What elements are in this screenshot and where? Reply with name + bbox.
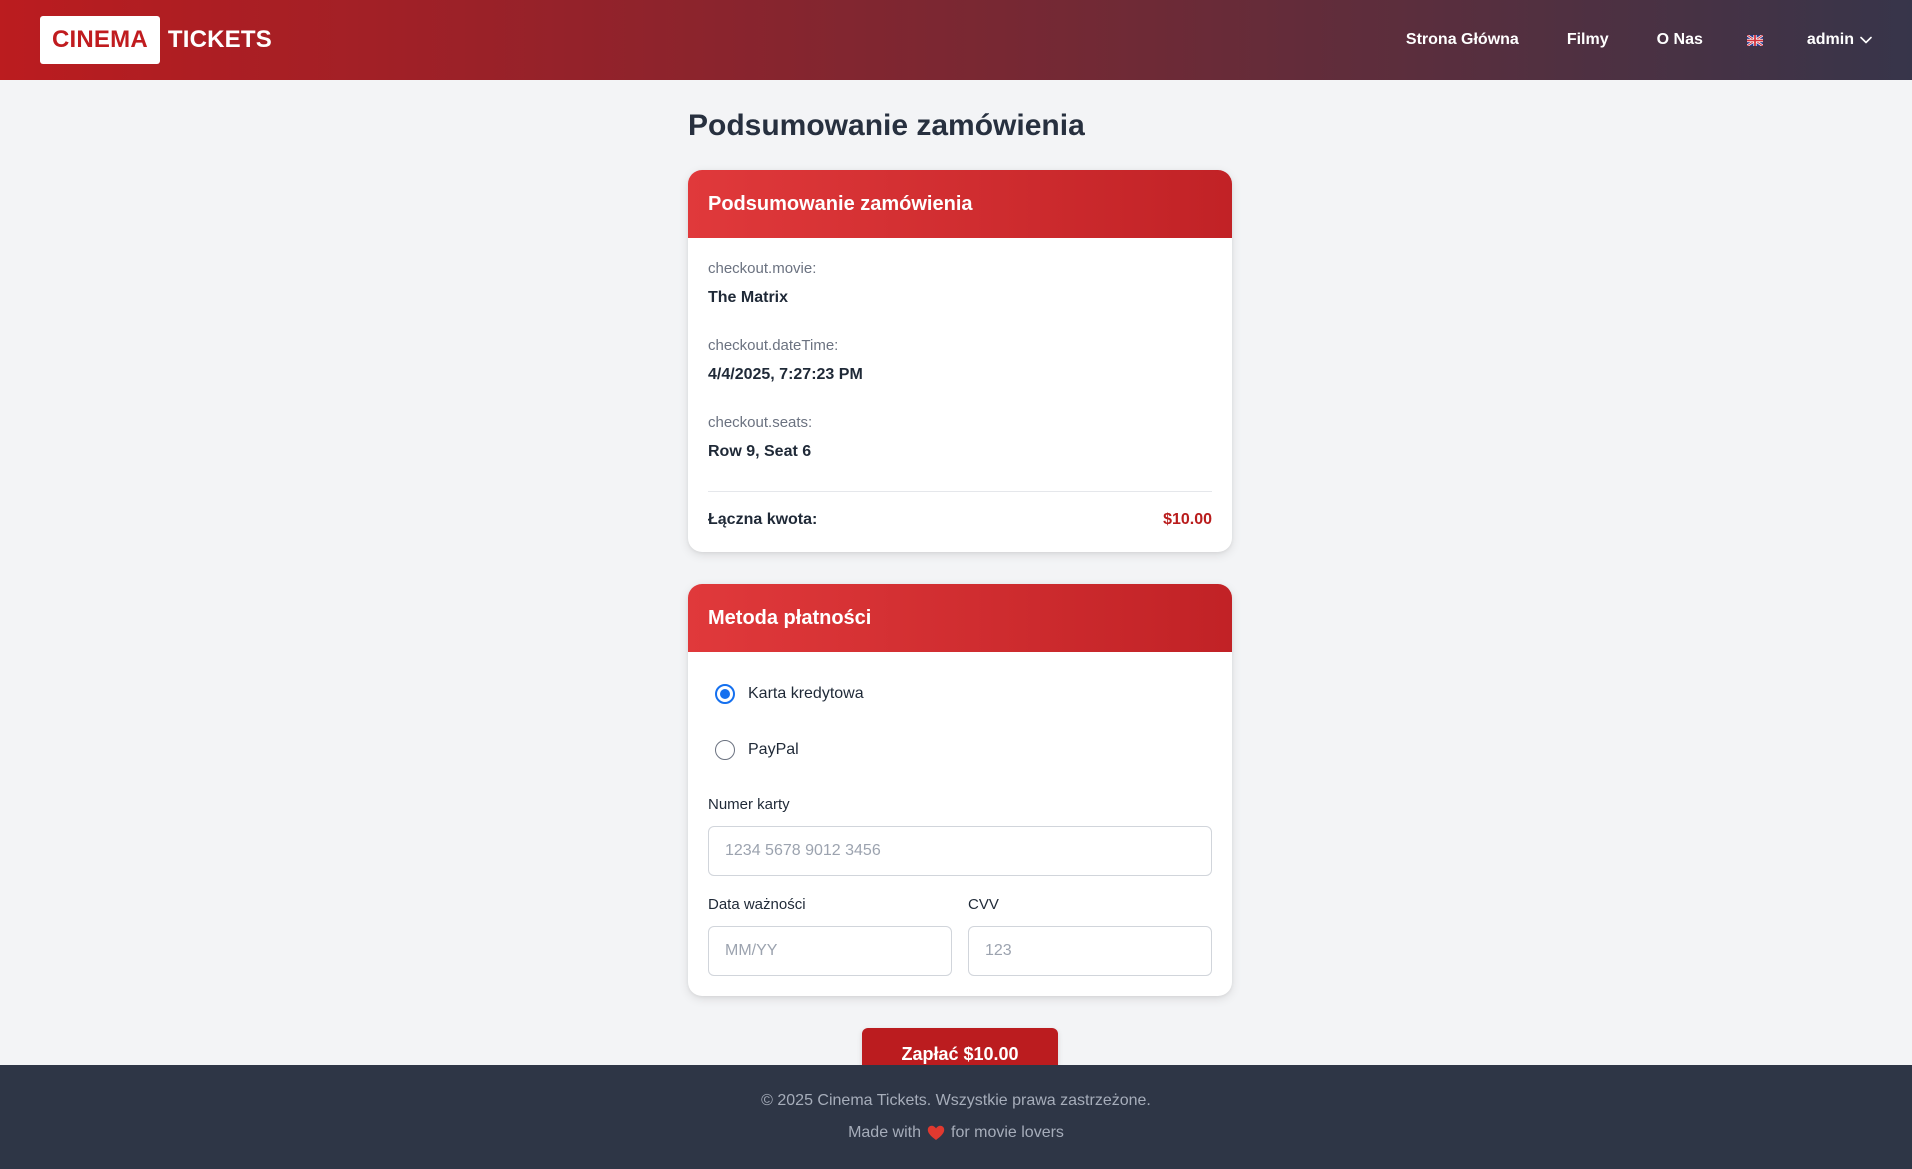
payment-method-header: Metoda płatności — [688, 584, 1232, 652]
brand-logo-text: TICKETS — [167, 26, 272, 53]
nav-link-about[interactable]: O Nas — [1657, 31, 1703, 49]
footer-made-after: for movie lovers — [951, 1124, 1064, 1141]
expiry-cvv-row: Data ważności CVV — [708, 896, 1212, 976]
footer-copyright: © 2025 Cinema Tickets. Wszystkie prawa z… — [761, 1092, 1151, 1109]
card-number-label: Numer karty — [708, 796, 790, 813]
brand-logo-box: CINEMA — [40, 16, 160, 64]
chevron-down-icon — [1860, 36, 1872, 44]
paypal-label: PayPal — [748, 741, 799, 758]
order-summary-header: Podsumowanie zamówienia — [688, 170, 1232, 238]
seats-value: Row 9, Seat 6 — [708, 443, 812, 460]
datetime-label: checkout.dateTime: — [708, 337, 839, 354]
credit-card-label: Karta kredytowa — [748, 685, 864, 702]
nav-link-movies[interactable]: Filmy — [1567, 31, 1609, 49]
summary-divider — [708, 491, 1212, 492]
payment-option-credit-card[interactable]: Karta kredytowa — [715, 682, 1212, 706]
user-menu[interactable]: admin — [1807, 31, 1872, 49]
top-navbar: CINEMA TICKETS Strona Główna Filmy O Nas… — [0, 0, 1912, 80]
credit-card-radio[interactable] — [715, 684, 735, 704]
cvv-label: CVV — [968, 896, 999, 913]
brand-logo[interactable]: CINEMA TICKETS — [40, 16, 272, 64]
footer-made-with: Made with for movie lovers — [0, 1123, 1912, 1143]
uk-flag-icon[interactable] — [1746, 34, 1763, 46]
order-summary-body: checkout.movie: The Matrix checkout.date… — [688, 238, 1232, 552]
card-number-group: Numer karty — [708, 796, 1212, 876]
page-title: Podsumowanie zamówienia — [688, 109, 1085, 142]
seats-field: checkout.seats: Row 9, Seat 6 — [708, 414, 1212, 461]
payment-method-body: Karta kredytowa PayPal Numer karty Data … — [688, 652, 1232, 996]
movie-value: The Matrix — [708, 289, 789, 306]
order-summary-card: Podsumowanie zamówienia checkout.movie: … — [688, 170, 1232, 552]
datetime-field: checkout.dateTime: 4/4/2025, 7:27:23 PM — [708, 337, 1212, 384]
nav-link-home[interactable]: Strona Główna — [1406, 31, 1519, 49]
payment-option-paypal[interactable]: PayPal — [715, 738, 1212, 762]
footer-made-before: Made with — [848, 1124, 921, 1141]
expiry-input[interactable] — [708, 926, 952, 976]
cvv-input[interactable] — [968, 926, 1212, 976]
seats-label: checkout.seats: — [708, 414, 813, 431]
user-name: admin — [1806, 31, 1854, 48]
total-row: Łączna kwota: $10.00 — [708, 510, 1212, 530]
checkout-main: Podsumowanie zamówienia Podsumowanie zam… — [688, 80, 1232, 1080]
movie-field: checkout.movie: The Matrix — [708, 260, 1212, 307]
datetime-value: 4/4/2025, 7:27:23 PM — [708, 366, 863, 383]
total-label: Łączna kwota: — [708, 511, 818, 528]
main-nav: Strona Główna Filmy O Nas admin — [1406, 31, 1872, 49]
expiry-group: Data ważności — [708, 896, 952, 976]
heart-icon — [927, 1125, 945, 1141]
cvv-group: CVV — [968, 896, 1212, 976]
total-value: $10.00 — [1163, 511, 1212, 528]
movie-label: checkout.movie: — [708, 260, 817, 277]
payment-method-card: Metoda płatności Karta kredytowa PayPal … — [688, 584, 1232, 996]
page-footer: © 2025 Cinema Tickets. Wszystkie prawa z… — [0, 1065, 1912, 1169]
card-number-input[interactable] — [708, 826, 1212, 876]
expiry-label: Data ważności — [708, 896, 806, 913]
paypal-radio[interactable] — [715, 740, 735, 760]
